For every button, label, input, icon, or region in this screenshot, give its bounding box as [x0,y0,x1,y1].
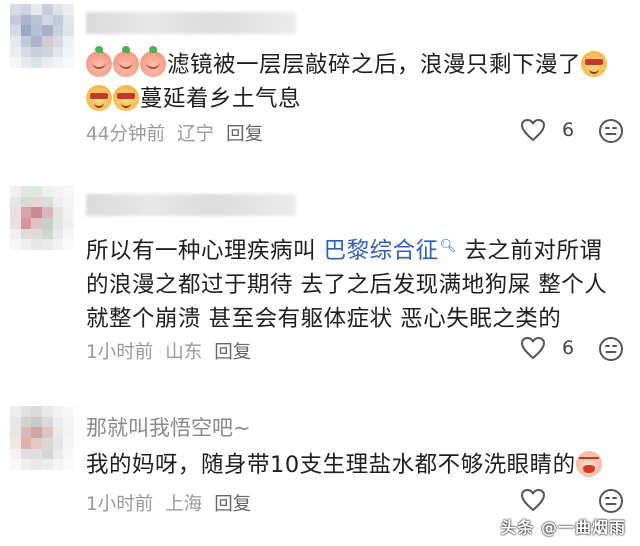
comment-item: 所以有一种心理疾病叫 巴黎综合征🔍︎ 去之前对所谓 的浪漫之都过于期待 去了之后… [0,180,640,380]
reply-button[interactable]: 回复 [214,338,251,364]
peach-emoji-icon [86,46,112,77]
comment-time: 1小时前 [86,494,154,515]
heart-icon [521,489,545,511]
comment-text: 就整个崩溃 甚至会有躯体症状 恶心失眠之类的 [86,306,562,332]
crying-emoji-icon [575,451,602,477]
comment-text: 滤镜被一层层敲碎之后，浪漫只剩下漫了 [167,52,582,78]
comment-body: 我的妈呀，随身带10支生理盐水都不够洗眼睛的 [86,448,636,482]
dog-emoji-icon [86,85,112,111]
comment-time: 44分钟前 [86,124,166,145]
comment-item: 滤镜被一层层敲碎之后，浪漫只剩下漫了 蔓延着乡土气息 44分钟前 辽宁 回复 6 [0,0,640,170]
comment-body: 滤镜被一层层敲碎之后，浪漫只剩下漫了 蔓延着乡土气息 [86,46,636,116]
emoji-face-icon[interactable] [598,488,624,514]
like-count: 6 [562,119,575,141]
emoji-face-icon[interactable] [598,336,624,362]
comment-location: 山东 [165,342,203,363]
watermark: 头条 @一曲烟雨 [500,518,626,537]
comment-body: 所以有一种心理疾病叫 巴黎综合征🔍︎ 去之前对所谓 的浪漫之都过于期待 去了之后… [86,230,636,336]
comment-text: 去之前对所谓 [464,238,603,264]
comment-text: 我的妈呀，随身带10支生理盐水都不够洗眼睛的 [86,452,576,478]
dog-emoji-icon [581,51,608,77]
heart-icon [521,119,545,141]
dog-emoji-icon [113,85,139,111]
search-icon[interactable]: 🔍︎ [440,230,457,264]
username-blurred[interactable] [86,194,296,216]
peach-emoji-icon [113,46,139,77]
comment-location: 上海 [165,494,203,515]
search-link[interactable]: 巴黎综合征 [324,238,439,264]
like-count: 6 [562,337,575,359]
heart-icon [521,337,545,359]
peach-emoji-icon [140,46,166,77]
comment-text: 所以有一种心理疾病叫 [86,238,317,264]
like-button[interactable] [520,488,562,512]
avatar[interactable] [10,406,74,470]
comment-time: 1小时前 [86,342,154,363]
avatar[interactable] [10,4,74,68]
comment-meta: 1小时前 上海 回复 [86,490,251,516]
emoji-face-icon[interactable] [598,118,624,144]
comment-text: 蔓延着乡土气息 [140,86,302,112]
like-button[interactable]: 6 [520,336,574,360]
comment-text: 的浪漫之都过于期待 去了之后发现满地狗屎 整个人 [86,272,608,298]
reply-button[interactable]: 回复 [214,490,251,516]
username[interactable]: 那就叫我悟空吧~ [86,412,251,442]
username-blurred[interactable] [86,12,296,34]
reply-button[interactable]: 回复 [226,120,263,146]
comment-meta: 44分钟前 辽宁 回复 [86,120,263,146]
like-button[interactable]: 6 [520,118,574,142]
comment-meta: 1小时前 山东 回复 [86,338,251,364]
avatar[interactable] [10,186,74,250]
comment-location: 辽宁 [177,124,215,145]
